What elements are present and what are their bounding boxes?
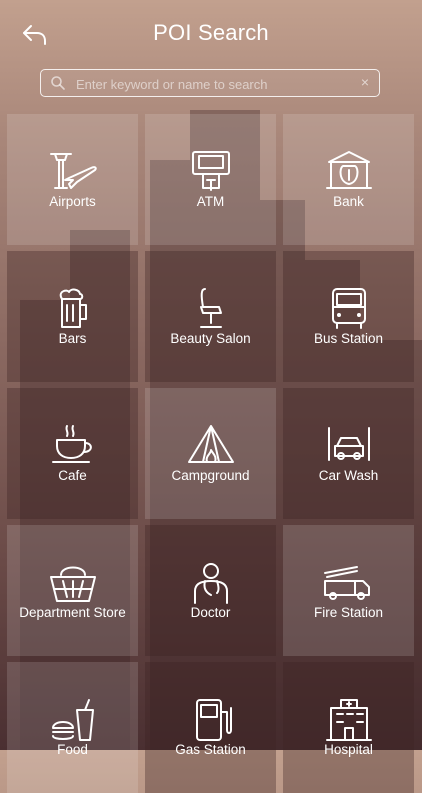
coffee-cup-icon [52, 425, 92, 463]
car-wash-icon [328, 427, 370, 461]
page-title: POI Search [153, 20, 269, 45]
category-label: Beauty Salon [170, 331, 251, 346]
category-label: Bank [333, 194, 364, 209]
category-tile-airports[interactable]: Airports [7, 114, 138, 245]
bus-icon [332, 288, 366, 329]
airport-icon [50, 153, 97, 189]
category-tile-gas-station[interactable]: Gas Station [145, 662, 276, 793]
tent-icon [188, 425, 234, 463]
beer-mug-icon [59, 288, 87, 328]
category-label: Car Wash [318, 468, 379, 483]
category-label: Bars [58, 331, 87, 346]
category-tile-beauty-salon[interactable]: Beauty Salon [145, 251, 276, 382]
atm-icon [192, 151, 230, 191]
category-tile-atm[interactable]: ATM [145, 114, 276, 245]
category-tile-food[interactable]: Food [7, 662, 138, 793]
category-label: Fire Station [313, 605, 384, 620]
category-tile-bank[interactable]: Bank [283, 114, 414, 245]
search-bar[interactable]: × [40, 69, 380, 97]
category-label: Bus Station [313, 331, 384, 346]
category-tile-department-store[interactable]: Department Store [7, 525, 138, 656]
category-tile-doctor[interactable]: Doctor [145, 525, 276, 656]
category-label: Airports [49, 194, 96, 209]
category-label: ATM [196, 194, 225, 209]
fast-food-icon [52, 699, 94, 741]
bank-icon [326, 151, 372, 189]
category-label: Doctor [190, 605, 231, 620]
category-tile-cafe[interactable]: Cafe [7, 388, 138, 519]
category-tile-hospital[interactable]: Hospital [283, 662, 414, 793]
header-bar: POI Search [0, 0, 422, 66]
fire-truck-icon [324, 566, 370, 600]
category-label: Campground [171, 468, 250, 483]
clear-search-button[interactable]: × [361, 74, 369, 90]
category-tile-bus-station[interactable]: Bus Station [283, 251, 414, 382]
category-tile-car-wash[interactable]: Car Wash [283, 388, 414, 519]
category-label: Cafe [58, 468, 87, 483]
search-input[interactable] [74, 72, 348, 96]
doctor-icon [194, 563, 228, 604]
category-tile-bars[interactable]: Bars [7, 251, 138, 382]
category-tile-campground[interactable]: Campground [145, 388, 276, 519]
search-icon [51, 76, 65, 90]
fuel-pump-icon [196, 699, 232, 741]
category-grid: Airports ATM Bank Bars Beauty Salon Bus … [7, 114, 415, 793]
category-tile-fire-station[interactable]: Fire Station [283, 525, 414, 656]
hospital-icon [326, 699, 372, 741]
category-label: Department Store [19, 605, 126, 620]
basket-icon [50, 566, 96, 602]
salon-chair-icon [200, 288, 222, 328]
